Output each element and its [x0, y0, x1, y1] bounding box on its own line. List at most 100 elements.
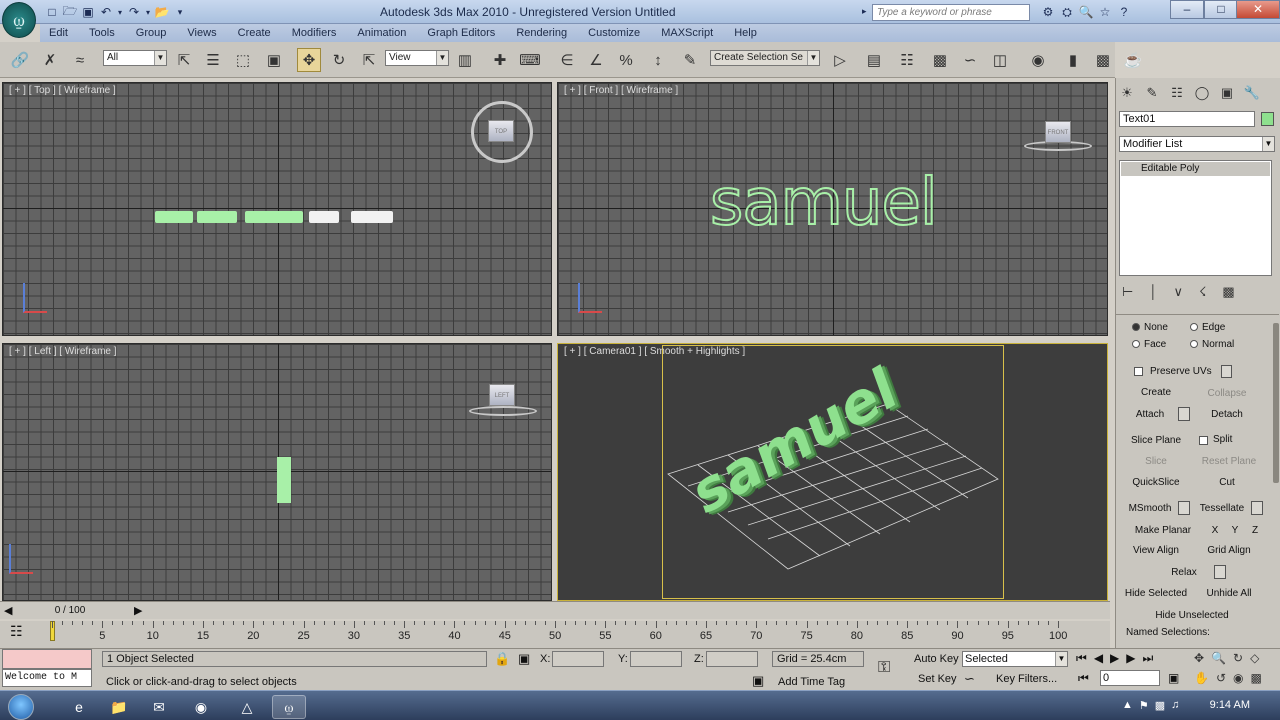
taskbar-clock[interactable]: 9:14 AM — [1210, 699, 1250, 711]
select-and-link-icon[interactable]: 🔗 — [8, 48, 32, 72]
collapse-button[interactable]: Collapse — [1196, 385, 1258, 402]
render-setup-icon[interactable]: ▮ — [1061, 48, 1085, 72]
rectangular-selection-icon[interactable]: ⬚ — [231, 48, 255, 72]
goto-start-icon[interactable]: ⏮ — [1076, 651, 1087, 666]
zoom-all-icon[interactable]: 🔍 — [1211, 651, 1226, 665]
detach-button[interactable]: Detach — [1196, 406, 1258, 423]
3dsmax-taskbar-icon[interactable]: ⍹ — [272, 695, 306, 719]
snaps-toggle-icon[interactable]: ∈ — [555, 48, 579, 72]
show-end-result-icon[interactable]: │ — [1149, 284, 1157, 300]
menu-tools[interactable]: Tools — [80, 24, 124, 39]
viewcube-icon[interactable]: FRONT — [1045, 121, 1071, 143]
tray-network-icon[interactable]: ▩ — [1155, 699, 1165, 712]
menu-help[interactable]: Help — [725, 24, 766, 39]
spinner-snap-icon[interactable]: ↕ — [646, 48, 670, 72]
key-filters-button[interactable]: Key Filters... — [996, 673, 1057, 685]
display-tab-icon[interactable]: ▣ — [1218, 84, 1236, 102]
minimize-button[interactable]: – — [1170, 0, 1204, 19]
edit-named-selection-icon[interactable]: ✎ — [678, 48, 702, 72]
undo-dropdown-icon[interactable]: ▾ — [116, 4, 124, 20]
radio-face[interactable]: Face — [1132, 339, 1166, 350]
radio-normal[interactable]: Normal — [1190, 339, 1234, 350]
y-coordinate-field[interactable] — [630, 651, 682, 667]
internet-explorer-icon[interactable]: e — [62, 695, 96, 719]
menu-customize[interactable]: Customize — [579, 24, 649, 39]
default-tangent-icon[interactable]: ∽ — [964, 671, 975, 687]
menu-graph-editors[interactable]: Graph Editors — [418, 24, 504, 39]
menu-rendering[interactable]: Rendering — [507, 24, 576, 39]
time-configuration-icon[interactable]: ▣ — [1168, 671, 1179, 685]
maximize-button[interactable]: □ — [1204, 0, 1238, 19]
create-button[interactable]: Create — [1125, 384, 1187, 401]
mirror-icon[interactable]: ▷ — [828, 48, 852, 72]
current-frame-field[interactable]: 0 — [1100, 670, 1160, 686]
modify-tab-icon[interactable]: ✎ — [1143, 84, 1161, 102]
maxscript-listener[interactable]: Welcome to M — [2, 669, 92, 687]
attach-list-button[interactable] — [1178, 407, 1190, 421]
menu-views[interactable]: Views — [178, 24, 225, 39]
curve-editor-icon[interactable]: ∽ — [958, 48, 982, 72]
select-and-scale-icon[interactable]: ⇱ — [357, 48, 381, 72]
close-button[interactable]: ✕ — [1236, 0, 1280, 19]
text-object-top[interactable] — [155, 211, 455, 223]
tessellate-button[interactable]: Tessellate — [1194, 500, 1250, 517]
slider-next-icon[interactable]: ▶ — [134, 604, 142, 617]
viewcube-icon[interactable]: LEFT — [489, 384, 515, 406]
object-name-field[interactable]: Text01 — [1119, 111, 1255, 127]
menu-edit[interactable]: Edit — [40, 24, 77, 39]
timeline-track[interactable]: ☷ 5 10 15 20 25 30 35 40 45 50 55 60 65 70 75 80 85 90 95 1… — [0, 621, 1110, 648]
menu-modifiers[interactable]: Modifiers — [283, 24, 346, 39]
viewcube-icon[interactable]: TOP — [488, 120, 514, 142]
quickslice-button[interactable]: QuickSlice — [1125, 474, 1187, 491]
preserve-uvs-checkbox[interactable] — [1134, 367, 1143, 376]
search-input[interactable]: Type a keyword or phrase — [872, 4, 1030, 21]
lock-selection-icon[interactable]: 🔒 — [494, 651, 510, 667]
firefox-icon[interactable]: ◉ — [184, 695, 218, 719]
modifier-stack[interactable]: Editable Poly — [1119, 160, 1272, 276]
key-mode-toggle-icon[interactable]: ⏮ — [1078, 671, 1089, 686]
frame-counter[interactable]: 0 / 100 — [40, 605, 100, 616]
modifier-list-dropdown[interactable]: Modifier List ▼ — [1119, 136, 1275, 152]
set-key-button[interactable]: Set Key — [918, 673, 957, 685]
pan-icon[interactable]: ✋ — [1194, 671, 1209, 685]
viewport-left[interactable]: [ + ] [ Left ] [ Wireframe ] LEFT — [2, 343, 552, 601]
make-unique-icon[interactable]: ∨ — [1173, 284, 1183, 300]
select-and-move-icon[interactable]: ✥ — [297, 48, 321, 72]
acrobat-icon[interactable]: △ — [230, 695, 264, 719]
pin-stack-icon[interactable]: ⊢ — [1122, 284, 1133, 300]
open-file-icon[interactable]: 🗁 — [62, 4, 78, 20]
hide-unselected-button[interactable]: Hide Unselected — [1150, 607, 1234, 624]
start-button[interactable] — [8, 694, 34, 720]
select-and-rotate-icon[interactable]: ↻ — [327, 48, 351, 72]
redo-dropdown-icon[interactable]: ▾ — [144, 4, 152, 20]
menu-group[interactable]: Group — [127, 24, 176, 39]
make-planar-button[interactable]: Make Planar — [1125, 522, 1201, 539]
subscription-icon[interactable]: ⛭ — [1059, 4, 1075, 20]
render-production-icon[interactable]: ☕ — [1121, 48, 1145, 72]
slice-button[interactable]: Slice — [1125, 453, 1187, 470]
angle-snap-icon[interactable]: ∠ — [584, 48, 608, 72]
select-by-name-icon[interactable]: ☰ — [201, 48, 225, 72]
menu-animation[interactable]: Animation — [348, 24, 415, 39]
zoom-extents-icon[interactable]: ↻ — [1233, 651, 1243, 665]
time-tag-icon[interactable]: ▣ — [752, 673, 764, 689]
menu-maxscript[interactable]: MAXScript — [652, 24, 722, 39]
planar-y-button[interactable]: Y — [1228, 522, 1242, 539]
window-crossing-icon[interactable]: ▣ — [262, 48, 286, 72]
zoom-icon[interactable]: ✥ — [1194, 651, 1204, 665]
prev-frame-icon[interactable]: ◀ — [1094, 651, 1103, 666]
radio-none[interactable]: None — [1132, 322, 1168, 333]
panel-scrollbar[interactable] — [1273, 323, 1279, 483]
percent-snap-icon[interactable]: % — [614, 48, 638, 72]
reference-coordinate-dropdown[interactable]: View ▼ — [385, 50, 449, 66]
hierarchy-tab-icon[interactable]: ☷ — [1168, 84, 1186, 102]
graphite-modeling-icon[interactable]: ▩ — [928, 48, 952, 72]
tray-arrow-icon[interactable]: ▲ — [1122, 699, 1133, 712]
attach-button[interactable]: Attach — [1125, 406, 1175, 423]
mini-curve-editor-icon[interactable]: ☷ — [10, 623, 23, 640]
search-arrow-icon[interactable]: ▸ — [862, 6, 870, 18]
tray-volume-icon[interactable]: ♫ — [1171, 699, 1179, 712]
pivot-center-icon[interactable]: ▥ — [453, 48, 477, 72]
align-icon[interactable]: ▤ — [862, 48, 886, 72]
viewport-camera[interactable]: [ + ] [ Camera01 ] [ Smooth + Highlights… — [557, 343, 1108, 601]
